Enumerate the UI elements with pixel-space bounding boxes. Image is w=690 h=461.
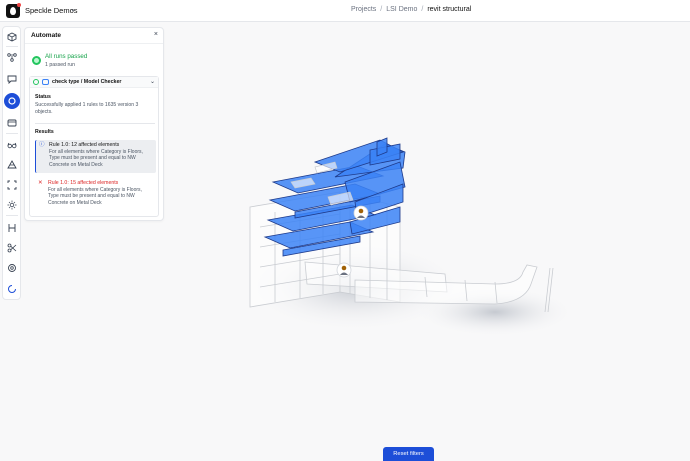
toolbar-divider — [6, 215, 18, 216]
building-model[interactable] — [165, 22, 690, 461]
datasets-icon[interactable] — [5, 116, 19, 130]
chevron-down-icon[interactable]: ⌄ — [70, 5, 76, 13]
toolbar-divider — [6, 46, 18, 47]
rule-title: Rule 1.0: 15 affected elements — [48, 180, 119, 186]
panel-title: Automate — [31, 32, 61, 39]
breadcrumb-separator: / — [421, 6, 424, 13]
cube-icon[interactable] — [5, 30, 19, 44]
top-bar: Speckle Demos ⌄ Projects / LSI Demo / re… — [0, 0, 690, 22]
breadcrumb-project[interactable]: LSI Demo — [386, 6, 417, 13]
function-run-card: check type / Model Checker ⌄ Status Succ… — [29, 76, 159, 217]
runs-status-subtitle: 1 passed run — [45, 62, 75, 68]
views-icon[interactable] — [5, 158, 19, 172]
function-run-header[interactable]: check type / Model Checker ⌄ — [30, 77, 158, 88]
notification-dot-icon — [17, 3, 21, 7]
info-icon: ⓘ — [39, 142, 45, 148]
explode-icon[interactable] — [5, 261, 19, 275]
status-text: Successfully applied 1 rules to 1635 ver… — [35, 102, 139, 115]
models-icon[interactable] — [5, 50, 19, 64]
breadcrumb-separator: / — [380, 6, 383, 13]
measure-icon[interactable] — [5, 221, 19, 235]
glasses-icon[interactable] — [5, 138, 19, 152]
rule-result-info[interactable]: ⓘ Rule 1.0: 12 affected elements For all… — [35, 140, 156, 173]
status-label: Status — [35, 94, 51, 100]
close-icon[interactable]: × — [154, 31, 158, 38]
divider — [35, 123, 155, 124]
panel-header: Automate × — [25, 28, 163, 44]
chevron-down-icon[interactable]: ⌄ — [150, 78, 155, 85]
breadcrumb-projects[interactable]: Projects — [351, 6, 376, 13]
function-icon — [42, 79, 49, 85]
spinner-icon[interactable] — [5, 282, 19, 296]
check-circle-icon — [33, 79, 39, 85]
error-x-icon: ✕ — [38, 180, 43, 186]
rule-title: Rule 1.0: 12 affected elements — [49, 142, 120, 148]
toolbar-divider — [6, 133, 18, 134]
fullscreen-icon[interactable] — [5, 178, 19, 192]
comments-icon[interactable] — [5, 72, 19, 86]
viewer-canvas[interactable] — [165, 22, 690, 461]
runs-status-title: All runs passed — [45, 53, 88, 60]
rule-result-error[interactable]: ✕ Rule 1.0: 15 affected elements For all… — [35, 178, 156, 211]
results-label: Results — [35, 129, 54, 135]
breadcrumb: Projects / LSI Demo / revit structural — [351, 6, 471, 13]
automate-panel: Automate × All runs passed 1 passed run … — [24, 27, 164, 221]
function-run-title: check type / Model Checker — [52, 79, 122, 85]
user-avatar-2[interactable] — [336, 262, 352, 278]
automate-icon[interactable] — [4, 93, 20, 109]
breadcrumb-model: revit structural — [427, 6, 472, 13]
success-status-icon — [32, 56, 41, 65]
user-avatar-1[interactable] — [353, 205, 369, 221]
scissors-icon[interactable] — [5, 241, 19, 255]
sun-icon[interactable] — [5, 198, 19, 212]
reset-filters-button[interactable]: Reset filters — [383, 447, 434, 461]
viewer-toolbar — [2, 26, 21, 300]
rule-description: For all elements where Category is Floor… — [49, 148, 143, 168]
rule-description: For all elements where Category is Floor… — [48, 186, 142, 206]
